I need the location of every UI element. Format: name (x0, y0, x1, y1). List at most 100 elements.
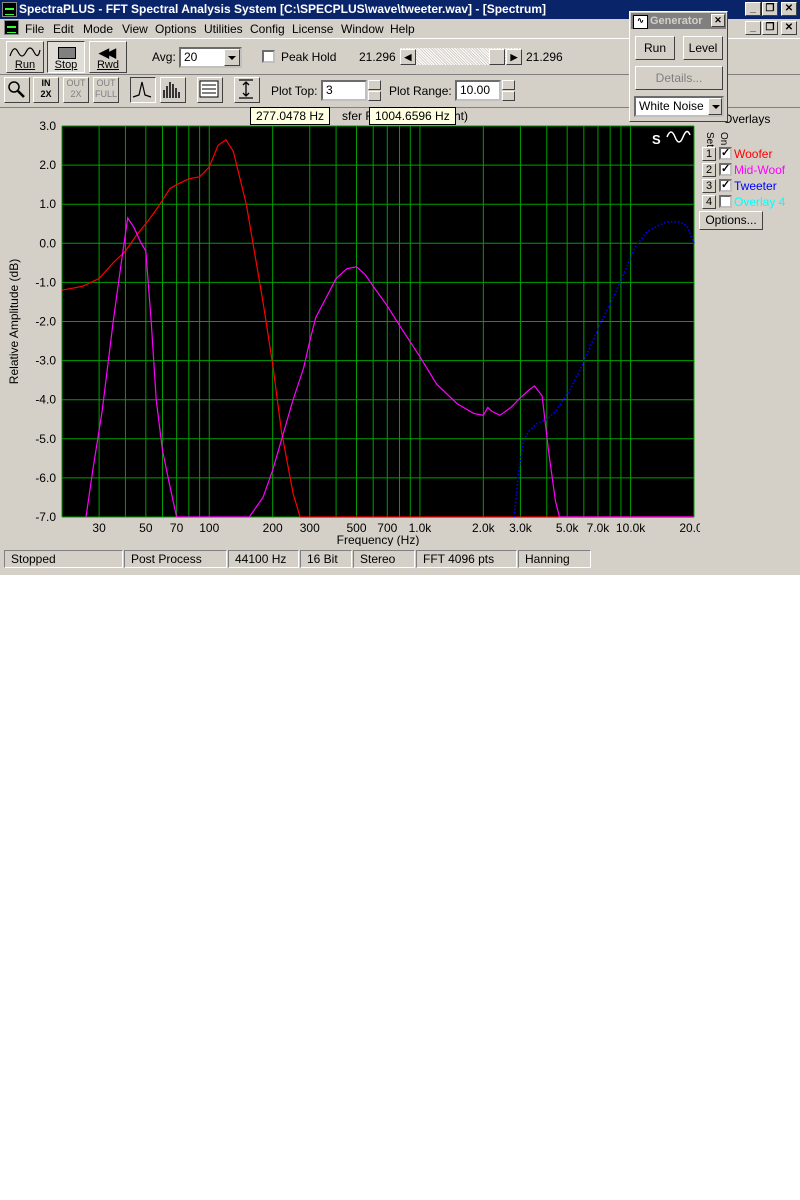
menu-window[interactable]: Window (341, 22, 384, 36)
overlay-2-checkbox[interactable]: ✓ (719, 163, 732, 176)
scroll-left-icon[interactable]: ◀ (400, 49, 416, 65)
overlay-2-set-button[interactable]: 2 (702, 163, 716, 177)
status-bits: 16 Bit (300, 550, 352, 568)
menu-view[interactable]: View (122, 22, 148, 36)
y-tick-label: -6.0 (35, 471, 56, 485)
x-tick-label: 300 (300, 521, 320, 535)
y-tick-label: -4.0 (35, 393, 56, 407)
generator-details-button[interactable]: Details... (635, 66, 723, 90)
minimize-icon[interactable]: _ (745, 2, 761, 16)
menu-options[interactable]: Options (155, 22, 196, 36)
plot-range-value: 10.00 (460, 83, 491, 97)
menu-file[interactable]: File (25, 22, 44, 36)
overlay-options-button[interactable]: Options... (699, 211, 763, 230)
overlays-set-label: Set (704, 132, 715, 148)
mdi-restore-icon[interactable]: ❐ (762, 21, 778, 35)
sine-wave-icon (9, 47, 41, 57)
cursor-left-tooltip: 277.0478 Hz (250, 107, 331, 125)
scale-button[interactable] (234, 77, 260, 103)
y-tick-label: 3.0 (39, 119, 56, 133)
menu-config[interactable]: Config (250, 22, 285, 36)
generator-close-icon[interactable]: ✕ (711, 14, 725, 27)
plot-top-value: 3 (326, 83, 333, 97)
peak-hold-checkbox[interactable] (262, 50, 275, 63)
line-graph-icon (132, 81, 152, 98)
x-tick-label: 70 (170, 521, 184, 535)
rwd-label: Rwd (96, 59, 119, 71)
main-window: SpectraPLUS - FFT Spectral Analysis Syst… (0, 0, 800, 575)
time-right-readout: 21.296 (526, 50, 563, 64)
plot-top-spinner[interactable] (368, 80, 381, 102)
menu-edit[interactable]: Edit (53, 22, 74, 36)
overlay-3-checkbox[interactable]: ✓ (719, 179, 732, 192)
run-button[interactable]: Run (6, 41, 44, 73)
mdi-minimize-icon[interactable]: _ (745, 21, 761, 35)
spectrum-chart[interactable]: 30 50 70 100 200 300 500 700 1.0k 2.0k 3.0k 5.0k 7.0… (0, 108, 700, 546)
overlay-4-checkbox[interactable] (719, 195, 732, 208)
status-bar: Stopped Post Process 44100 Hz 16 Bit Ste… (0, 547, 800, 571)
stop-label: Stop (54, 59, 78, 71)
status-rate: 44100 Hz (228, 550, 299, 568)
close-icon[interactable]: ✕ (781, 2, 797, 16)
overlay-1-name: Woofer (734, 147, 773, 161)
plot-range-label: Plot Range: (389, 84, 452, 98)
x-tick-label: 7.0k (587, 521, 611, 535)
generator-level-button[interactable]: Level (683, 36, 723, 60)
zoom-out-2x-icon[interactable]: OUT 2X (63, 77, 89, 103)
mdi-close-icon[interactable]: ✕ (781, 21, 797, 35)
zoom-out-full-icon[interactable]: OUT FULL (93, 77, 119, 103)
plot-range-spinner[interactable] (502, 80, 515, 102)
scroll-thumb[interactable] (489, 49, 505, 65)
generator-title-bar[interactable]: ∿ Generator ✕ (631, 13, 726, 29)
plot-range-input[interactable]: 10.00 (455, 80, 501, 101)
avg-dropdown-icon[interactable] (224, 49, 240, 66)
peak-hold-label[interactable]: Peak Hold (281, 50, 336, 64)
x-axis-label: Frequency (Hz) (337, 533, 420, 546)
overlay-1-checkbox[interactable]: ✓ (719, 147, 732, 160)
display-settings-button[interactable] (197, 77, 223, 103)
overlay-3-set-button[interactable]: 3 (702, 179, 716, 193)
status-window: Hanning (518, 550, 591, 568)
x-tick-label: 200 (263, 521, 283, 535)
generator-dropdown-icon[interactable] (708, 98, 722, 115)
menu-license[interactable]: License (292, 22, 333, 36)
scroll-right-icon[interactable]: ▶ (506, 49, 522, 65)
restore-icon[interactable]: ❐ (762, 2, 778, 16)
generator-window: ∿ Generator ✕ Run Level Details... White… (629, 11, 728, 122)
rewind-button[interactable]: ◀◀ Rwd (89, 41, 127, 73)
generator-signal-value: White Noise (639, 99, 704, 113)
menu-utilities[interactable]: Utilities (204, 22, 243, 36)
app-icon[interactable] (2, 2, 17, 17)
generator-signal-select[interactable]: White Noise (634, 96, 724, 117)
stop-button[interactable]: Stop (47, 41, 85, 73)
plot-top-input[interactable]: 3 (321, 80, 367, 101)
avg-value: 20 (184, 50, 198, 64)
zoom-button[interactable] (4, 77, 30, 103)
bar-display-button[interactable] (160, 77, 186, 103)
y-tick-label: -1.0 (35, 275, 56, 289)
x-tick-label: 20.0k (679, 521, 700, 535)
settings-panel-icon (199, 80, 219, 98)
status-fft: FFT 4096 pts (416, 550, 517, 568)
magnifier-icon (8, 81, 25, 98)
avg-select[interactable]: 20 (179, 47, 242, 68)
stop-icon (58, 47, 76, 59)
overlay-1-set-button[interactable]: 1 (702, 147, 716, 161)
overlay-4-set-button[interactable]: 4 (702, 195, 716, 209)
bar-graph-icon (163, 82, 180, 98)
zoom-in-2x-icon[interactable]: IN 2X (33, 77, 59, 103)
x-tick-label: 5.0k (556, 521, 580, 535)
generator-run-button[interactable]: Run (635, 36, 675, 60)
y-tick-label: 2.0 (39, 158, 56, 172)
spectrum-panel: sfer F ht) 30 50 70 100 200 300 500 700 1.0k 2.0k… (0, 107, 800, 548)
menu-help[interactable]: Help (390, 22, 415, 36)
menu-mode[interactable]: Mode (83, 22, 113, 36)
y-axis-label: Relative Amplitude (dB) (7, 259, 21, 384)
cursor-right-tooltip: 1004.6596 Hz (369, 107, 456, 125)
y-tick-label: -7.0 (35, 510, 56, 524)
time-scrollbar[interactable]: ◀ ▶ (400, 48, 522, 65)
overlay-2-name: Mid-Woof (734, 163, 786, 177)
line-display-button[interactable] (130, 77, 156, 103)
document-icon[interactable] (4, 20, 19, 35)
generator-title: Generator (650, 15, 703, 27)
